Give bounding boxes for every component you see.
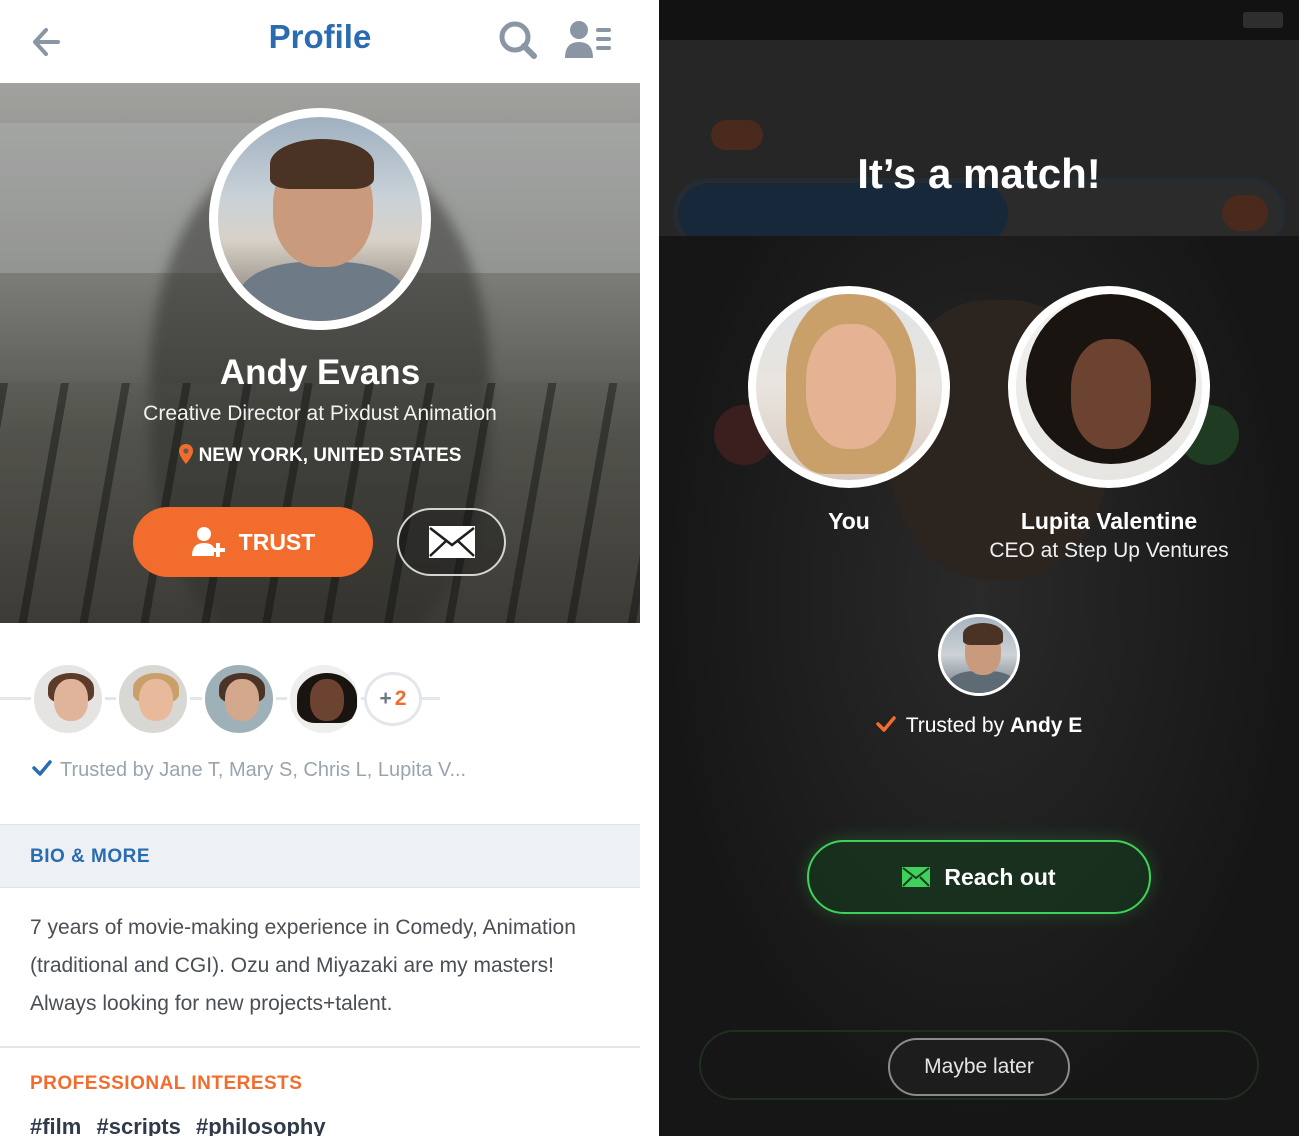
contacts-list-icon[interactable] [562, 18, 614, 62]
profile-screen: Profile Andy Evans Creative Director at … [0, 0, 640, 1136]
divider [0, 1046, 640, 1048]
mutual-trusted-by: Trusted by Andy E [659, 714, 1299, 738]
reach-out-label: Reach out [944, 863, 1056, 890]
page-title: Profile [268, 18, 372, 55]
message-button[interactable] [397, 508, 506, 576]
mutual-truster-avatar[interactable] [938, 614, 1020, 696]
truster-avatar[interactable] [116, 662, 190, 736]
search-icon[interactable] [496, 18, 540, 62]
trusted-by-text[interactable]: Trusted by Jane T, Mary S, Chris L, Lupi… [32, 759, 466, 782]
match-avatar[interactable] [1008, 286, 1210, 488]
top-bar: Profile [0, 0, 640, 83]
interest-tag[interactable]: #philosophy [196, 1114, 326, 1136]
checkmark-icon [875, 716, 896, 732]
profile-avatar [209, 108, 431, 330]
profile-name: Andy Evans [219, 353, 421, 392]
battery-icon [1243, 12, 1283, 28]
match-role: CEO at Step Up Ventures [989, 539, 1229, 562]
trust-label: TRUST [238, 528, 316, 555]
add-person-icon [191, 527, 225, 557]
truster-avatar[interactable] [287, 662, 361, 736]
more-trusters-badge[interactable]: +2 [364, 672, 422, 726]
profile-role: Creative Director at Pixdust Animation [143, 402, 497, 425]
bio-text: 7 years of movie-making experience in Co… [30, 916, 576, 1015]
location-pin-icon [178, 444, 193, 464]
interest-tag[interactable]: #scripts [96, 1114, 180, 1136]
reach-out-button[interactable]: Reach out [807, 840, 1151, 914]
envelope-icon [428, 526, 475, 558]
truster-avatar[interactable] [31, 662, 105, 736]
background-nav [659, 40, 1299, 250]
truster-avatar[interactable] [202, 662, 276, 736]
interest-tag[interactable]: #film [30, 1114, 81, 1136]
status-bar [659, 0, 1299, 40]
bio-section-header: BIO & MORE [0, 824, 640, 888]
maybe-later-button[interactable]: Maybe later [888, 1038, 1070, 1096]
you-label: You [828, 508, 870, 534]
match-screen: It’s a match! You Lupita Valentine CEO a… [659, 0, 1299, 1136]
profile-location: NEW YORK, UNITED STATES [0, 444, 640, 467]
envelope-icon [902, 867, 931, 887]
interest-tags: #film #scripts #philosophy [30, 1114, 335, 1136]
match-name: Lupita Valentine [1020, 508, 1198, 534]
match-title: It’s a match! [857, 150, 1101, 197]
trust-button[interactable]: TRUST [133, 507, 373, 577]
location-text: NEW YORK, UNITED STATES [198, 445, 462, 466]
panel-separator [640, 0, 659, 1136]
interests-section-header: PROFESSIONAL INTERESTS [30, 1073, 303, 1094]
you-avatar [748, 286, 950, 488]
checkmark-icon [32, 760, 52, 776]
